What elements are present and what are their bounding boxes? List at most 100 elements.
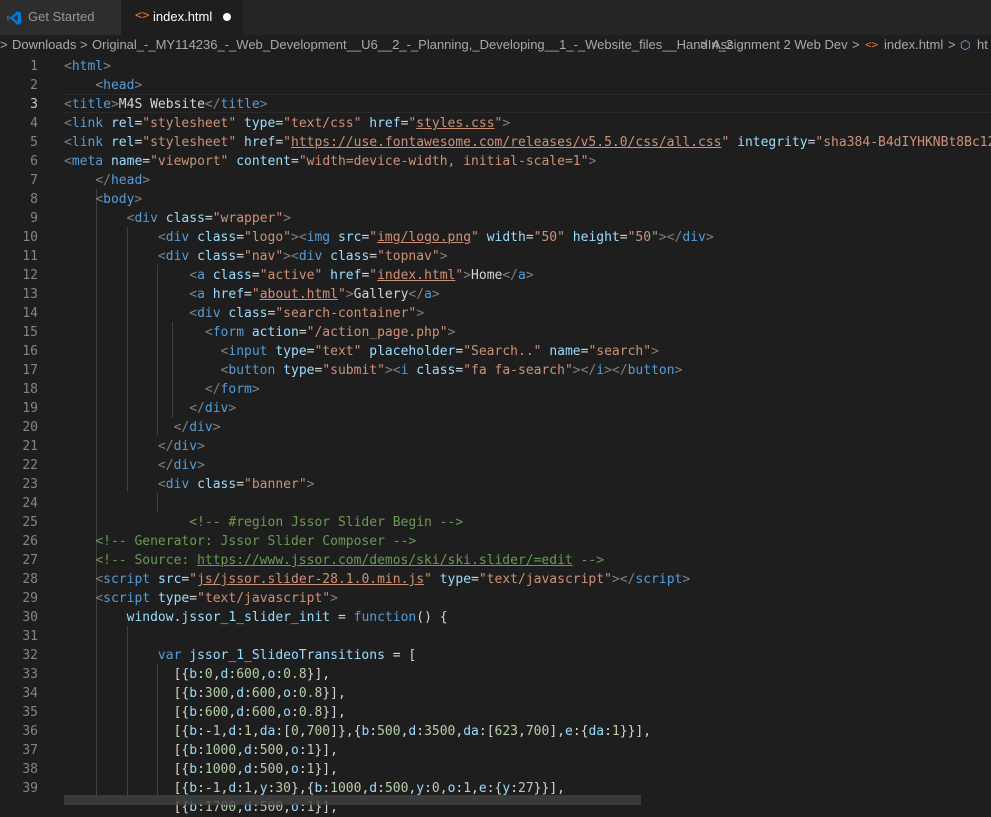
code-token: = [236,249,245,264]
code-token: type [283,363,315,378]
code-line[interactable]: [{b:1000,d:500,o:1}], [64,741,338,760]
code-token: 0.8 [298,705,323,720]
code-token: = [298,325,307,340]
code-token: 500 [259,762,284,777]
code-token: :- [197,781,213,796]
code-token: 1000 [330,781,362,796]
code-token: class [416,363,456,378]
code-line[interactable]: [{b:-1,d:1,da:[0,700]},{b:500,d:3500,da:… [64,722,652,741]
code-line[interactable]: </head> [64,171,150,190]
code-token: y [416,781,425,796]
code-line[interactable]: [{b:1000,d:500,o:1}], [64,760,338,779]
code-line[interactable]: <link rel="stylesheet" type="text/css" h… [64,114,510,133]
html-file-icon: <> [135,8,150,22]
code-token: 500 [377,724,401,739]
code-token: a [197,287,205,302]
code-line[interactable]: <script src="js/jssor.slider-28.1.0.min.… [64,570,690,589]
code-line[interactable]: [{b:0,d:600,o:0.8}], [64,665,331,684]
code-token: = [291,154,299,169]
tab-label: Get Started [28,9,95,24]
code-token: div [173,458,198,473]
code-line[interactable]: <title>M4S Website</title> [64,95,268,114]
code-line[interactable]: </div> [64,456,205,475]
code-line[interactable]: </div> [64,437,205,456]
code-line[interactable]: <script type="text/javascript"> [64,589,338,608]
code-token: < [95,572,104,587]
code-token: > [330,591,338,606]
breadcrumb-separator: > [0,37,8,52]
tab-get-started[interactable]: Get Started [0,0,121,35]
code-token: 0.8 [283,667,307,682]
code-line[interactable]: [{b:600,d:600,o:0.8}], [64,703,346,722]
code-token: div [197,306,221,321]
code-line[interactable]: <a class="active" href="index.html">Home… [64,266,533,285]
code-token: type [275,344,307,359]
breadcrumb-item-file[interactable]: index.html [884,37,943,52]
code-line[interactable]: <div class="nav"><div class="topnav"> [64,247,448,266]
code-line[interactable]: <!-- Generator: Jssor Slider Composer --… [64,532,416,551]
code-line[interactable]: <!-- Source: https://www.jssor.com/demos… [64,551,604,570]
code-line[interactable]: <!-- #region Jssor Slider Begin --> [64,513,463,532]
code-line[interactable]: <div class="wrapper"> [64,209,291,228]
code-line[interactable]: window.jssor_1_slider_init = function() … [64,608,448,627]
code-line[interactable]: <div class="search-container"> [64,304,424,323]
breadcrumb-item-symbol[interactable]: ht [977,37,988,52]
code-line[interactable]: </div> [64,399,236,418]
breadcrumb-item-folder[interactable]: Original_-_MY114236_-_Web_Development__U… [92,37,733,52]
code-line[interactable]: <html> [64,57,111,76]
code-token: M4S Website [118,97,205,112]
code-token: body [103,192,135,207]
code-line[interactable]: <head> [64,76,142,95]
code-line[interactable]: <a href="about.html">Gallery</a> [64,285,440,304]
code-token: " [337,287,346,302]
code-line[interactable]: </form> [64,380,260,399]
code-token: form [212,325,245,340]
vscode-logo-icon [7,11,21,25]
code-line[interactable]: <form action="/action_page.php"> [64,323,455,342]
code-token: }], [314,762,338,777]
code-line[interactable]: [{b:300,d:600,o:0.8}], [64,684,346,703]
code-token: > [502,116,511,131]
code-line[interactable]: <body> [64,190,142,209]
code-token: Home [471,268,503,283]
code-token: , [212,667,221,682]
breadcrumb: > Downloads > Original_-_MY114236_-_Web_… [0,35,991,56]
code-line[interactable]: <button type="submit"><i class="fa fa-se… [64,361,683,380]
code-line[interactable]: <div class="banner"> [64,475,315,494]
code-line[interactable]: </div> [64,418,221,437]
code-token: " [471,230,479,245]
unsaved-dot-icon[interactable] [223,13,231,21]
code-token: = [236,230,245,245]
code-line[interactable]: var jssor_1_SlideoTransitions = [ [64,646,416,665]
code-token: = [142,154,151,169]
line-number: 23 [22,477,38,492]
code-token: > [439,249,448,264]
code-token: > [228,401,237,416]
line-number: 34 [22,686,38,701]
code-token: < [64,59,72,74]
code-line[interactable]: <input type="text" placeholder="Search..… [64,342,659,361]
horizontal-scrollbar[interactable] [64,795,641,805]
code-token: src [157,572,182,587]
line-number: 3 [30,97,38,112]
breadcrumb-item-downloads[interactable]: Downloads [12,37,76,52]
code-token: a [424,287,432,302]
code-token: </ [502,268,519,283]
code-token: , [298,724,307,739]
code-line[interactable]: <meta name="viewport" content="width=dev… [64,152,596,171]
code-token: > [306,477,315,492]
code-token: da [588,724,605,739]
code-line[interactable]: <div class="logo"><img src="img/logo.png… [64,228,714,247]
code-token: b [189,705,198,720]
code-token: 0.8 [298,686,323,701]
code-token: action [251,325,299,340]
code-token: o [283,686,291,701]
code-token: d [236,686,245,701]
code-token: = [275,135,284,150]
code-token: placeholder [369,344,456,359]
breadcrumb-item-assignment[interactable]: Assignment 2 Web Dev [712,37,848,52]
code-line[interactable]: <link rel="stylesheet" href="https://use… [64,133,991,152]
code-token: a [518,268,526,283]
